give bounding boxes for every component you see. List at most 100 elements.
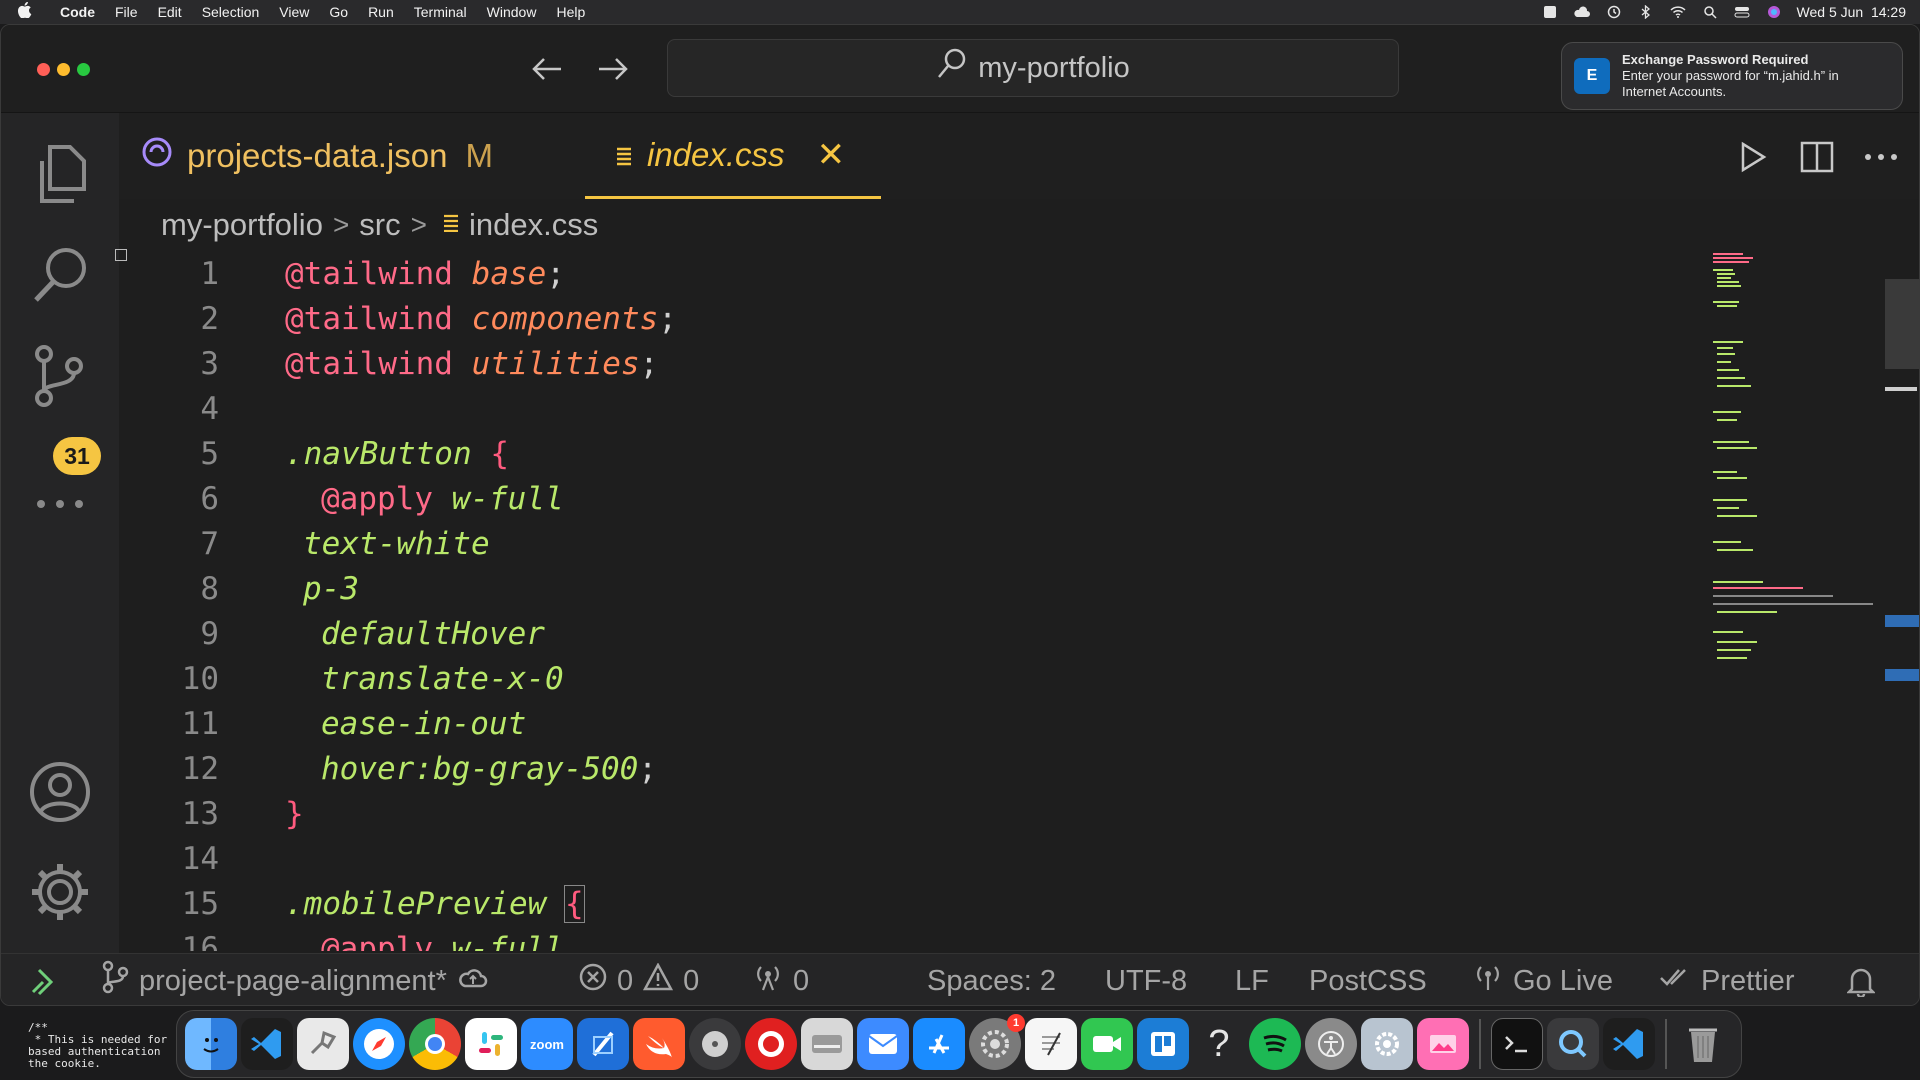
app-store-icon[interactable] <box>913 1018 965 1070</box>
cloud-icon[interactable] <box>1573 5 1591 19</box>
more-actions-icon[interactable] <box>1857 133 1905 181</box>
source-control-icon[interactable] <box>21 337 99 415</box>
safari-icon[interactable] <box>353 1018 405 1070</box>
menu-help[interactable]: Help <box>546 4 595 20</box>
editor-scrollbar-thumb[interactable] <box>1885 279 1919 369</box>
macos-dock: zoom 1 ? <box>176 1010 1742 1078</box>
preferences-gear-icon[interactable] <box>1361 1018 1413 1070</box>
run-icon[interactable] <box>1729 133 1777 181</box>
line-number: 7 <box>200 525 219 562</box>
close-tab-icon[interactable]: ✕ <box>817 135 846 175</box>
breadcrumb-item-file[interactable]: index.css <box>469 207 598 243</box>
control-center-icon[interactable] <box>1733 5 1751 19</box>
breadcrumb-item-src[interactable]: src <box>359 207 400 243</box>
slack-icon[interactable] <box>465 1018 517 1070</box>
branch-indicator[interactable]: project-page-alignment* <box>101 954 489 1005</box>
textedit-icon[interactable] <box>1025 1018 1077 1070</box>
language-mode-indicator[interactable]: PostCSS <box>1309 954 1427 1005</box>
finder-icon[interactable] <box>185 1018 237 1070</box>
code-line-11: ease-in-out <box>321 705 527 742</box>
breadcrumb-item-folder[interactable]: my-portfolio <box>161 207 323 243</box>
css-file-icon <box>443 211 459 239</box>
explorer-icon[interactable] <box>21 135 99 213</box>
menu-file[interactable]: File <box>105 4 148 20</box>
split-editor-icon[interactable] <box>1793 133 1841 181</box>
menu-view[interactable]: View <box>269 4 319 20</box>
menu-selection[interactable]: Selection <box>192 4 270 20</box>
code-line-15: .mobilePreview { <box>285 884 585 923</box>
menu-app-name[interactable]: Code <box>50 4 105 20</box>
more-views-icon[interactable] <box>21 465 99 543</box>
help-question-icon[interactable]: ? <box>1193 1018 1245 1070</box>
problems-indicator[interactable]: 0 0 <box>579 954 700 1005</box>
command-center-label: my-portfolio <box>978 51 1130 84</box>
exchange-notification[interactable]: E Exchange Password Required Enter your … <box>1561 42 1903 110</box>
quicktime-icon[interactable] <box>1547 1018 1599 1070</box>
encoding-indicator[interactable]: UTF-8 <box>1105 954 1187 1005</box>
trello-icon[interactable] <box>1137 1018 1189 1070</box>
zoom-icon[interactable]: zoom <box>521 1018 573 1070</box>
menu-terminal[interactable]: Terminal <box>404 4 477 20</box>
swift-icon[interactable] <box>633 1018 685 1070</box>
bluetooth-icon[interactable] <box>1637 5 1655 19</box>
search-sidebar-icon[interactable] <box>21 235 99 313</box>
vscode-dock-icon[interactable] <box>241 1018 293 1070</box>
css-file-icon <box>615 136 633 174</box>
menu-edit[interactable]: Edit <box>148 4 192 20</box>
trash-icon[interactable] <box>1677 1018 1729 1070</box>
prettier-button[interactable]: Prettier <box>1659 954 1795 1005</box>
prettier-label: Prettier <box>1701 964 1795 997</box>
publish-cloud-icon[interactable] <box>457 965 489 998</box>
menu-run[interactable]: Run <box>358 4 404 20</box>
disk-utility-icon[interactable] <box>689 1018 741 1070</box>
branch-name: project-page-alignment* <box>139 964 447 997</box>
accessibility-icon[interactable] <box>1305 1018 1357 1070</box>
notifications-bell-icon[interactable] <box>1847 954 1875 1005</box>
manage-gear-icon[interactable] <box>21 853 99 931</box>
drive-storage-icon[interactable] <box>801 1018 853 1070</box>
accounts-icon[interactable] <box>21 753 99 831</box>
menubar-clock[interactable]: Wed 5 Jun 14:29 <box>1797 4 1906 20</box>
minimize-window-button[interactable] <box>57 63 70 76</box>
modified-indicator: M <box>465 137 493 174</box>
go-live-button[interactable]: Go Live <box>1473 954 1613 1005</box>
zoom-window-button[interactable] <box>77 63 90 76</box>
line-number: 1 <box>200 255 219 292</box>
back-arrow-icon[interactable] <box>525 47 569 91</box>
chrome-icon[interactable] <box>409 1018 461 1070</box>
facetime-icon[interactable] <box>1081 1018 1133 1070</box>
tab-index-css[interactable]: index.css ✕ <box>585 113 881 199</box>
mail-icon[interactable] <box>857 1018 909 1070</box>
xcode-icon[interactable] <box>577 1018 629 1070</box>
system-settings-icon[interactable]: 1 <box>969 1014 1025 1070</box>
eol-indicator[interactable]: LF <box>1235 954 1269 1005</box>
close-window-button[interactable] <box>37 63 50 76</box>
code-line-8: p-3 <box>303 570 359 607</box>
preview-icon[interactable] <box>1417 1018 1469 1070</box>
minimap[interactable] <box>1713 251 1883 691</box>
time-machine-icon[interactable] <box>1605 5 1623 19</box>
spotlight-icon[interactable] <box>1701 5 1719 19</box>
keychain-utility-icon[interactable] <box>297 1018 349 1070</box>
code-editor[interactable]: 1 @tailwind base; 2 @tailwind components… <box>119 251 1699 952</box>
terminal-icon[interactable] <box>1491 1018 1543 1070</box>
command-center-search[interactable]: my-portfolio <box>667 39 1399 97</box>
keyboard-icon[interactable] <box>1541 5 1559 19</box>
menu-window[interactable]: Window <box>477 4 547 20</box>
ports-indicator[interactable]: 0 <box>753 954 809 1005</box>
code-line-12: hover:bg-gray-500; <box>321 750 657 787</box>
tab-projects-data-json[interactable]: projects-data.json M <box>141 113 493 199</box>
warning-count: 0 <box>683 964 700 997</box>
siri-icon[interactable] <box>1765 5 1783 19</box>
spotify-icon[interactable] <box>1249 1018 1301 1070</box>
wifi-icon[interactable] <box>1669 5 1687 19</box>
scrollbar-change-marker <box>1885 615 1919 627</box>
menu-go[interactable]: Go <box>319 4 358 20</box>
vscode-window-dock-icon[interactable] <box>1603 1018 1655 1070</box>
screen-recorder-icon[interactable] <box>745 1018 797 1070</box>
forward-arrow-icon[interactable] <box>591 47 635 91</box>
code-line-1: @tailwind base; <box>285 255 565 292</box>
indentation-indicator[interactable]: Spaces: 2 <box>927 954 1056 1005</box>
apple-menu-icon[interactable] <box>0 1 50 23</box>
remote-indicator-icon[interactable] <box>29 954 59 1005</box>
